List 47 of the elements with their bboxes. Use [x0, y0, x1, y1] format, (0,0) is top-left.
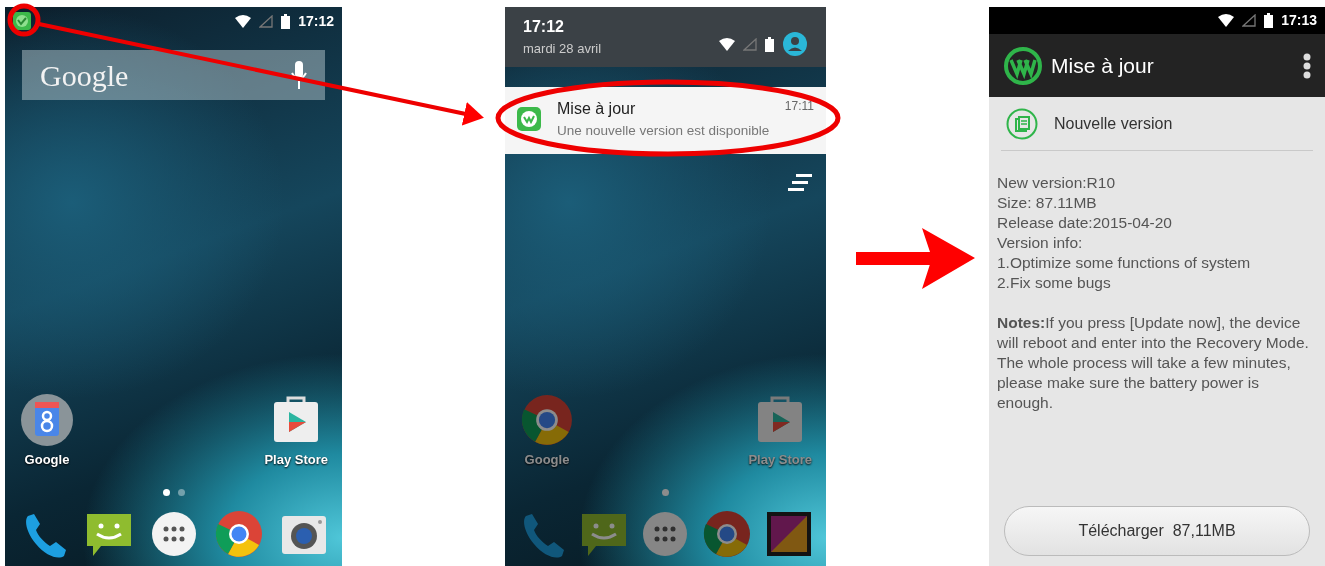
app-logo-icon	[1003, 45, 1043, 86]
search-app-icon[interactable]	[21, 393, 73, 446]
status-time: 17:12	[298, 11, 334, 31]
detail-line: New version:R10	[997, 173, 1117, 193]
browser-icon[interactable]	[521, 393, 573, 446]
section-title: Nouvelle version	[1054, 113, 1173, 134]
detail-line: 1.Optimize some functions of system	[997, 253, 1252, 273]
signal-icon	[1242, 14, 1257, 27]
battery-icon	[1264, 13, 1274, 28]
user-account-icon[interactable]	[782, 31, 808, 57]
app-label[interactable]: Google	[524, 449, 570, 469]
app-label[interactable]: Play Store	[264, 449, 328, 469]
battery-icon	[765, 36, 774, 52]
clear-all-icon[interactable]	[788, 174, 812, 192]
download-button[interactable]: Télécharger 87,11MB	[1004, 506, 1310, 556]
notification-title: Mise à jour	[557, 99, 636, 119]
status-time: 17:13	[1281, 11, 1317, 30]
microphone-icon[interactable]	[291, 61, 307, 89]
notification-app-icon[interactable]	[13, 12, 31, 30]
notes-text: Notes:If you press [Update now], the device will reboot and enter into the Recovery Mode. The whole process will take a few minutes, please make sure the battery power is enough.	[997, 313, 1310, 413]
browser-icon[interactable]	[703, 510, 752, 558]
shade-time: 17:12	[523, 17, 565, 37]
apps-icon[interactable]	[149, 510, 198, 558]
shade-date: mardi 28 avril	[523, 40, 602, 58]
wifi-icon	[719, 37, 735, 51]
overflow-menu-icon[interactable]	[1303, 52, 1311, 79]
wifi-icon	[1218, 14, 1235, 27]
apps-icon[interactable]	[641, 510, 690, 558]
signal-icon	[743, 37, 757, 51]
detail-line: 2.Fix some bugs	[997, 273, 1112, 293]
notification-text: Une nouvelle version est disponible	[557, 122, 771, 140]
detail-line: Release date:2015-04-20	[997, 213, 1173, 233]
gallery-icon[interactable]	[765, 510, 814, 558]
highlight-ring	[7, 3, 41, 37]
signal-icon	[259, 14, 274, 28]
notification-time: 17:11	[784, 98, 814, 115]
battery-icon	[281, 13, 291, 29]
app-label[interactable]: Google	[24, 449, 70, 469]
search-bar[interactable]: Google	[22, 50, 325, 100]
document-icon	[1006, 107, 1038, 140]
detail-line: Size: 87.11MB	[997, 193, 1098, 213]
search-logo: Google	[40, 57, 129, 94]
browser-icon[interactable]	[214, 510, 263, 558]
app-title: Mise à jour	[1051, 52, 1155, 79]
app-icon	[517, 107, 541, 131]
detail-line: Version info:	[997, 233, 1084, 253]
wifi-icon	[235, 14, 252, 28]
